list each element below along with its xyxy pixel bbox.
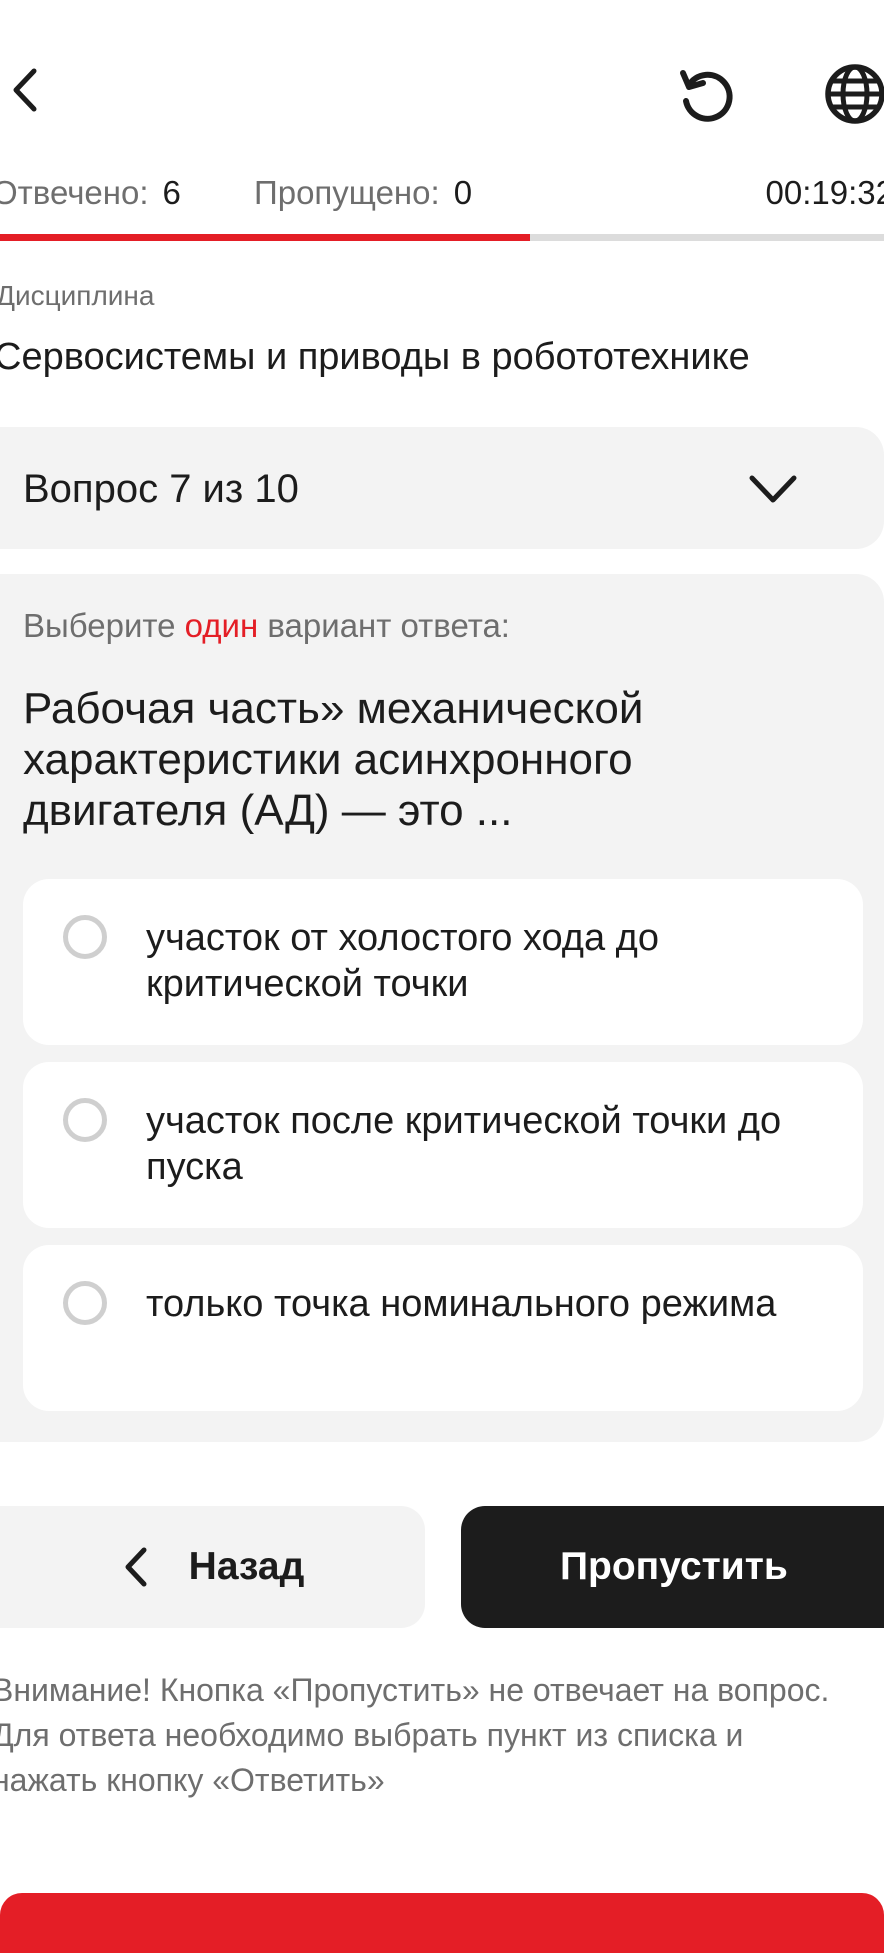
skip-notice: Внимание! Кнопка «Пропустить» не отвечае… [0, 1672, 830, 1798]
answer-option-label: участок после критической точки до пуска [146, 1100, 782, 1188]
skip-label: Пропустить [560, 1545, 788, 1588]
discipline-label: Дисциплина [0, 280, 155, 311]
radio-button[interactable] [63, 915, 107, 959]
language-button[interactable] [818, 58, 884, 130]
answered-stat: Отвечено: 6 [0, 173, 181, 213]
instruction-text-before: Выберите [23, 607, 185, 644]
answer-button[interactable] [0, 1893, 884, 1953]
answer-option-1[interactable]: участок от холостого хода до критической… [23, 879, 863, 1045]
instruction-text-after: вариант ответа: [258, 607, 510, 644]
back-nav-label: Назад [188, 1545, 305, 1588]
answer-option-label: только точка номинального режима [146, 1283, 777, 1325]
answer-option-label: участок от холостого хода до критической… [146, 917, 659, 1005]
answered-label: Отвечено: [0, 174, 149, 211]
question-selector[interactable]: Вопрос 7 из 10 [0, 427, 884, 549]
answer-instruction: Выберите один вариант ответа: [23, 606, 510, 646]
radio-button[interactable] [63, 1281, 107, 1325]
globe-icon [825, 64, 884, 124]
progress-fill [0, 234, 531, 241]
restart-button[interactable] [672, 60, 744, 132]
skipped-label: Пропущено: [254, 174, 440, 211]
discipline-name: Сервосистемы и приводы в робототехнике [0, 336, 750, 378]
answer-option-2[interactable]: участок после критической точки до пуска [23, 1062, 863, 1228]
chevron-left-icon [125, 1547, 147, 1587]
restart-icon [680, 70, 733, 122]
skipped-stat: Пропущено: 0 [254, 173, 472, 213]
radio-button[interactable] [63, 1098, 107, 1142]
instruction-highlight: один [184, 607, 259, 644]
skip-button[interactable]: Пропустить [461, 1506, 884, 1628]
back-button[interactable] [0, 60, 50, 120]
answered-count: 6 [162, 174, 181, 211]
back-nav-button[interactable]: Назад [0, 1506, 425, 1628]
question-number: Вопрос 7 из 10 [23, 467, 299, 511]
chevron-down-icon [749, 475, 797, 503]
answer-option-3[interactable]: только точка номинального режима [23, 1245, 863, 1411]
question-text: Рабочая часть» механической характеристи… [23, 684, 644, 835]
progress-track [0, 234, 884, 241]
skipped-count: 0 [453, 174, 473, 211]
chevron-left-icon [13, 68, 37, 112]
timer: 00:19:32 [765, 174, 884, 211]
